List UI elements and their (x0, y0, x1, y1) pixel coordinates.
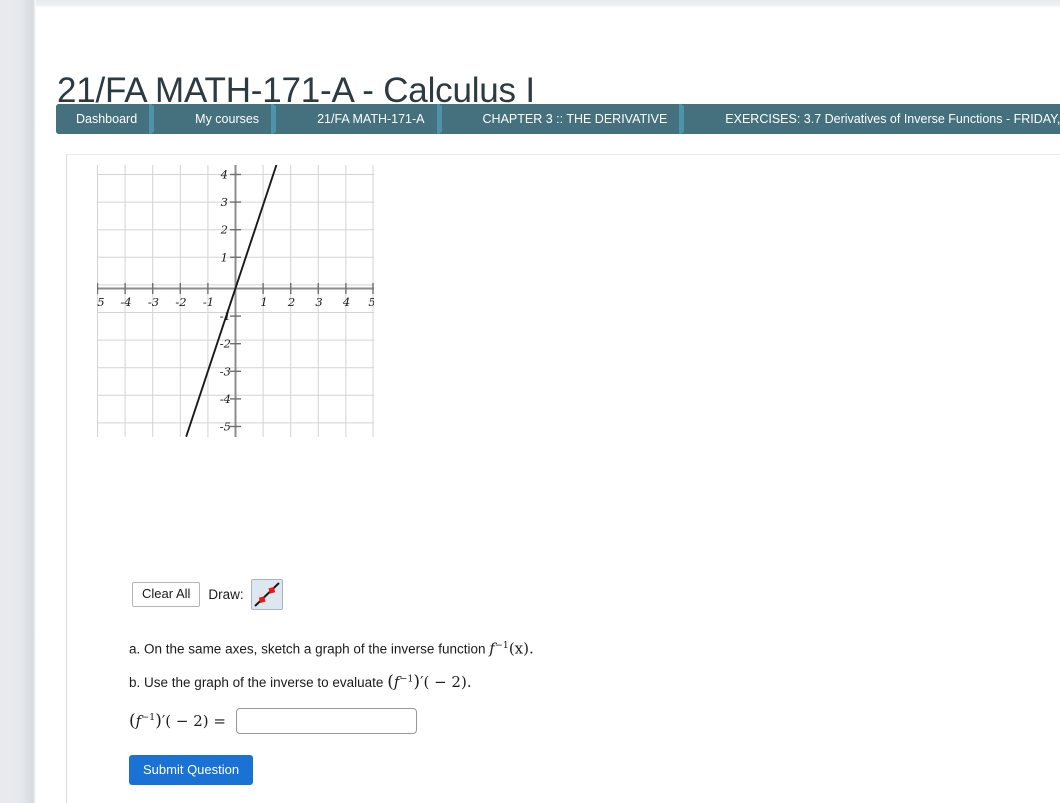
graph-toolbar: Clear All Draw: (132, 579, 283, 610)
svg-text:5: 5 (368, 295, 374, 309)
svg-text:2: 2 (287, 295, 295, 309)
svg-text:4: 4 (220, 168, 228, 182)
svg-text:2: 2 (220, 223, 228, 237)
breadcrumb-separator-icon (151, 104, 182, 134)
svg-text:3: 3 (221, 195, 228, 209)
breadcrumb-item-exercise[interactable]: EXERCISES: 3.7 Derivatives of Inverse Fu… (711, 104, 1060, 134)
y-axis-tick-labels: 4 3 2 1 -1 -2 -3 -4 -5 (220, 168, 231, 434)
svg-text:-5: -5 (220, 420, 231, 434)
answer-expression-label: (f−1)′( − 2) = (129, 711, 226, 731)
left-gutter (0, 0, 36, 803)
svg-text:-5: -5 (97, 295, 105, 309)
clear-all-button[interactable]: Clear All (132, 581, 201, 608)
answer-value-text: ( − 2) = (165, 712, 226, 730)
breadcrumb-separator-icon (273, 104, 304, 134)
answer-inverse-exponent: −1 (141, 712, 156, 723)
svg-text:-2: -2 (175, 295, 186, 309)
svg-text:-4: -4 (220, 392, 231, 406)
part-b-prefix: b. (129, 675, 141, 690)
svg-text:-2: -2 (220, 337, 231, 351)
screen: 21/FA MATH-171-A - Calculus I Dashboard … (0, 0, 1060, 803)
breadcrumb-item-chapter[interactable]: CHAPTER 3 :: THE DERIVATIVE (468, 104, 682, 134)
graph-canvas[interactable]: -5 -4 -3 -2 -1 1 2 3 4 5 4 3 2 (97, 165, 374, 437)
svg-text:1: 1 (260, 295, 267, 309)
answer-input[interactable] (235, 708, 417, 734)
submit-question-button[interactable]: Submit Question (129, 755, 254, 785)
svg-text:-3: -3 (220, 364, 231, 378)
part-b-inverse-exponent: −1 (399, 673, 414, 685)
svg-text:-4: -4 (120, 295, 131, 309)
line-segment-tool-button[interactable] (250, 579, 283, 610)
part-b-open-paren: ( (387, 672, 394, 692)
page-body: 21/FA MATH-171-A - Calculus I Dashboard … (36, 8, 1060, 803)
breadcrumb-separator-icon (438, 104, 469, 134)
svg-text:-1: -1 (203, 295, 214, 309)
breadcrumb-item-dashboard[interactable]: Dashboard (56, 104, 152, 134)
top-gutter (36, 0, 1060, 8)
svg-text:3: 3 (315, 295, 322, 309)
answer-row: (f−1)′( − 2) = (129, 708, 417, 734)
axes (97, 165, 374, 437)
answer-close-paren: ) (155, 711, 162, 731)
svg-text:1: 1 (221, 250, 228, 264)
coordinate-plane[interactable]: -5 -4 -3 -2 -1 1 2 3 4 5 4 3 2 (97, 165, 374, 437)
svg-text:-3: -3 (148, 295, 159, 309)
part-b-text: Use the graph of the inverse to evaluate (144, 675, 384, 690)
draw-label: Draw: (208, 587, 244, 602)
answer-open-paren: ( (129, 711, 136, 731)
question-part-a: a. On the same axes, sketch a graph of t… (129, 641, 534, 657)
breadcrumb-item-course[interactable]: 21/FA MATH-171-A (303, 104, 439, 134)
part-a-argument: (x). (508, 639, 534, 658)
question-part-b: b. Use the graph of the inverse to evalu… (129, 674, 472, 691)
breadcrumb: Dashboard My courses 21/FA MATH-171-A CH… (56, 104, 1060, 134)
part-a-inverse-exponent: −1 (494, 640, 509, 651)
part-a-text: On the same axes, sketch a graph of the … (144, 641, 486, 657)
svg-text:4: 4 (342, 295, 350, 309)
breadcrumb-item-my-courses[interactable]: My courses (181, 104, 274, 134)
part-b-value: ( − 2). (423, 673, 472, 691)
breadcrumb-separator-icon (681, 104, 712, 134)
part-a-prefix: a. (129, 641, 141, 657)
line-segment-icon (253, 582, 280, 607)
question-content-frame: -5 -4 -3 -2 -1 1 2 3 4 5 4 3 2 (66, 154, 1060, 803)
